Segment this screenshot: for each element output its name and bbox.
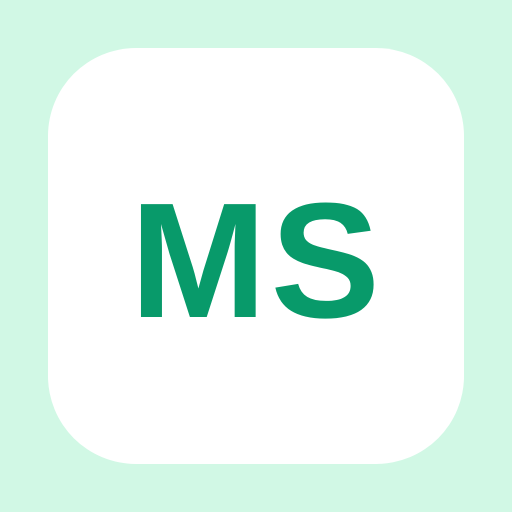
monogram-text: MS (130, 169, 384, 352)
app-icon-tile: MS (48, 48, 464, 464)
icon-canvas: MS (0, 0, 512, 512)
